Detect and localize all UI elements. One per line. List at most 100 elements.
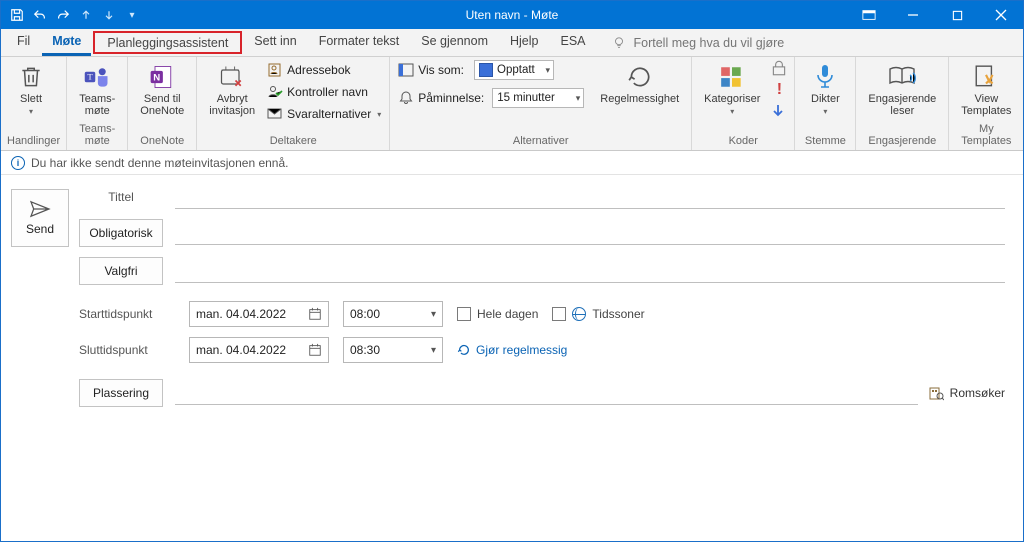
ribbon-tabs: Fil Møte Planleggingsassistent Sett inn … bbox=[1, 29, 1023, 57]
group-templates: View Templates My Templates bbox=[949, 57, 1023, 150]
high-importance-icon[interactable]: ! bbox=[770, 81, 788, 99]
svg-text:N: N bbox=[154, 73, 161, 84]
lightbulb-icon bbox=[612, 36, 626, 50]
response-options-button[interactable]: Svaralternativer ▾ bbox=[265, 103, 383, 125]
title-input[interactable] bbox=[175, 185, 1005, 209]
save-icon[interactable] bbox=[7, 5, 27, 25]
group-label-teams: Teams-møte bbox=[73, 121, 121, 150]
low-importance-icon[interactable] bbox=[770, 103, 788, 119]
immersive-reader-icon bbox=[888, 63, 916, 91]
tab-se-gjennom[interactable]: Se gjennom bbox=[411, 29, 498, 56]
delete-icon bbox=[17, 63, 45, 91]
categorize-button[interactable]: Kategoriser ▾ bbox=[698, 59, 766, 116]
immersive-reader-button[interactable]: Engasjerende leser bbox=[862, 59, 942, 117]
group-label-alternativer: Alternativer bbox=[396, 133, 685, 150]
room-finder-button[interactable]: Romsøker bbox=[928, 385, 1005, 401]
group-label-templates: My Templates bbox=[955, 121, 1017, 150]
group-stemme: Dikter ▾ Stemme bbox=[795, 57, 856, 150]
close-button[interactable] bbox=[979, 1, 1023, 29]
all-day-checkbox[interactable]: Hele dagen bbox=[457, 307, 538, 321]
group-onenote: N Send til OneNote OneNote bbox=[128, 57, 197, 150]
reminder-row: Påminnelse: 15 minutter bbox=[396, 87, 586, 109]
tab-fil[interactable]: Fil bbox=[7, 29, 40, 56]
check-names-button[interactable]: Kontroller navn bbox=[265, 81, 383, 103]
reminder-label: Påminnelse: bbox=[418, 91, 484, 105]
timezones-checkbox[interactable]: Tidssoner bbox=[552, 307, 644, 321]
recurrence-icon bbox=[626, 63, 654, 91]
start-date-input[interactable]: man. 04.04.2022 bbox=[189, 301, 329, 327]
group-engasjerende: Engasjerende leser Engasjerende bbox=[856, 57, 949, 150]
required-input[interactable] bbox=[175, 221, 1005, 245]
group-label-onenote: OneNote bbox=[134, 133, 190, 150]
qat-customize-icon[interactable]: ▾ bbox=[122, 5, 142, 25]
ribbon: Slett ▾ Handlinger T Teams- møte Teams-m… bbox=[1, 57, 1023, 151]
minimize-button[interactable] bbox=[891, 1, 935, 29]
group-label-handlinger: Handlinger bbox=[7, 133, 60, 150]
cancel-invitation-button[interactable]: Avbryt invitasjon bbox=[203, 59, 261, 117]
quick-access-toolbar: ▾ bbox=[1, 5, 142, 25]
show-as-label: Vis som: bbox=[418, 63, 464, 77]
teams-icon: T bbox=[83, 63, 111, 91]
tab-hjelp[interactable]: Hjelp bbox=[500, 29, 549, 56]
required-button[interactable]: Obligatorisk bbox=[79, 219, 163, 247]
tab-planleggingsassistent[interactable]: Planleggingsassistent bbox=[93, 31, 242, 54]
arrow-up-icon[interactable] bbox=[76, 5, 96, 25]
bell-icon bbox=[398, 90, 414, 106]
location-input[interactable] bbox=[175, 381, 918, 405]
response-options-icon bbox=[267, 106, 283, 122]
send-to-onenote-button[interactable]: N Send til OneNote bbox=[134, 59, 190, 117]
group-alternativer: Vis som: Opptatt Påminnelse: 15 minutter bbox=[390, 57, 692, 150]
end-label: Sluttidspunkt bbox=[79, 343, 163, 357]
dictate-button[interactable]: Dikter ▾ bbox=[801, 59, 849, 116]
group-koder: Kategoriser ▾ ! Koder bbox=[692, 57, 795, 150]
categorize-icon bbox=[718, 63, 746, 91]
optional-input[interactable] bbox=[175, 259, 1005, 283]
templates-icon bbox=[972, 63, 1000, 91]
send-icon bbox=[29, 200, 51, 218]
recurrence-small-icon bbox=[457, 343, 471, 357]
optional-button[interactable]: Valgfri bbox=[79, 257, 163, 285]
show-as-dropdown[interactable]: Opptatt bbox=[474, 60, 554, 80]
tab-mote[interactable]: Møte bbox=[42, 29, 91, 56]
make-recurring-link[interactable]: Gjør regelmessig bbox=[457, 343, 567, 357]
calendar-icon bbox=[308, 343, 322, 357]
reminder-dropdown[interactable]: 15 minutter bbox=[492, 88, 584, 108]
cancel-invitation-icon bbox=[218, 63, 246, 91]
maximize-button[interactable] bbox=[935, 1, 979, 29]
tab-esa[interactable]: ESA bbox=[550, 29, 595, 56]
tell-me-search[interactable] bbox=[612, 29, 832, 56]
group-label-koder: Koder bbox=[698, 133, 788, 150]
group-label-deltakere: Deltakere bbox=[203, 133, 383, 150]
end-time-input[interactable]: 08:30 bbox=[343, 337, 443, 363]
delete-button[interactable]: Slett ▾ bbox=[7, 59, 55, 116]
ribbon-display-options-icon[interactable] bbox=[847, 1, 891, 29]
onenote-icon: N bbox=[148, 63, 176, 91]
addressbook-button[interactable]: Adressebok bbox=[265, 59, 383, 81]
tab-sett-inn[interactable]: Sett inn bbox=[244, 29, 306, 56]
private-icon[interactable] bbox=[770, 59, 788, 77]
check-names-icon bbox=[267, 84, 283, 100]
group-deltakere: Avbryt invitasjon Adressebok Kontroller … bbox=[197, 57, 390, 150]
arrow-down-icon[interactable] bbox=[99, 5, 119, 25]
redo-icon[interactable] bbox=[53, 5, 73, 25]
room-finder-icon bbox=[928, 385, 944, 401]
globe-icon bbox=[572, 307, 586, 321]
view-templates-button[interactable]: View Templates bbox=[955, 59, 1017, 117]
start-time-input[interactable]: 08:00 bbox=[343, 301, 443, 327]
end-date-input[interactable]: man. 04.04.2022 bbox=[189, 337, 329, 363]
group-label-engasjerende: Engasjerende bbox=[862, 133, 942, 150]
undo-icon[interactable] bbox=[30, 5, 50, 25]
info-icon: i bbox=[11, 156, 25, 170]
start-label: Starttidspunkt bbox=[79, 307, 163, 321]
send-button[interactable]: Send bbox=[11, 189, 69, 247]
info-text: Du har ikke sendt denne møteinvitasjonen… bbox=[31, 156, 289, 170]
svg-text:T: T bbox=[88, 72, 94, 82]
tell-me-input[interactable] bbox=[632, 35, 832, 51]
teams-meeting-button[interactable]: T Teams- møte bbox=[73, 59, 121, 117]
show-as-icon bbox=[398, 62, 414, 78]
recurrence-button[interactable]: Regelmessighet bbox=[594, 59, 685, 105]
location-button[interactable]: Plassering bbox=[79, 379, 163, 407]
title-bar: ▾ Uten navn - Møte bbox=[1, 1, 1023, 29]
calendar-icon bbox=[308, 307, 322, 321]
tab-formater-tekst[interactable]: Formater tekst bbox=[309, 29, 410, 56]
